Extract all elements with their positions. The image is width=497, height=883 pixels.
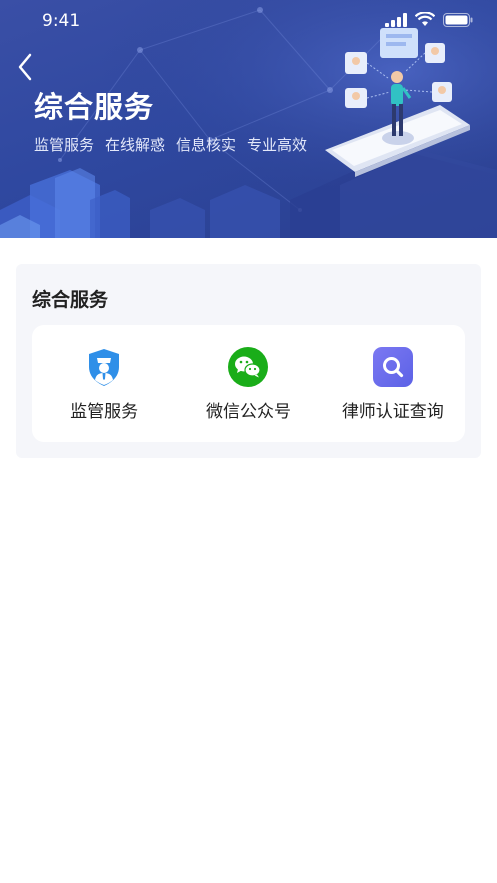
banner-title: 综合服务 [34, 90, 155, 124]
battery-icon [443, 12, 473, 27]
back-button[interactable] [10, 50, 40, 84]
status-time: 9:41 [42, 11, 81, 31]
service-label: 微信公众号 [205, 402, 291, 422]
header-banner: 9:41 综合服务 监管服务 在线解惑 信息核实 专业高效 [0, 0, 497, 238]
services-grid: 监管服务 微信公众号 律师认证查询 [32, 325, 465, 442]
service-supervision[interactable]: 监管服务 [32, 325, 176, 442]
status-icons [385, 12, 473, 27]
wechat-icon [228, 347, 269, 387]
section-title: 综合服务 [32, 289, 109, 311]
search-icon [372, 347, 413, 387]
service-label: 律师认证查询 [341, 402, 444, 422]
chevron-left-icon [18, 53, 32, 81]
shield-officer-icon [89, 349, 120, 386]
banner-tag: 监管服务 [34, 136, 95, 154]
banner-tags: 监管服务 在线解惑 信息核实 专业高效 [34, 134, 307, 155]
service-wechat[interactable]: 微信公众号 [176, 325, 320, 442]
status-bar: 9:41 [0, 0, 497, 44]
service-label: 监管服务 [70, 402, 139, 422]
service-lawyer-query[interactable]: 律师认证查询 [321, 325, 465, 442]
signal-icon [385, 12, 407, 27]
wifi-icon [415, 12, 435, 26]
banner-tag: 专业高效 [247, 136, 308, 154]
services-card: 综合服务 监管服务 微信公众号 律师认证查询 [16, 264, 481, 458]
banner-tag: 在线解惑 [105, 136, 166, 154]
banner-tag: 信息核实 [176, 136, 237, 154]
